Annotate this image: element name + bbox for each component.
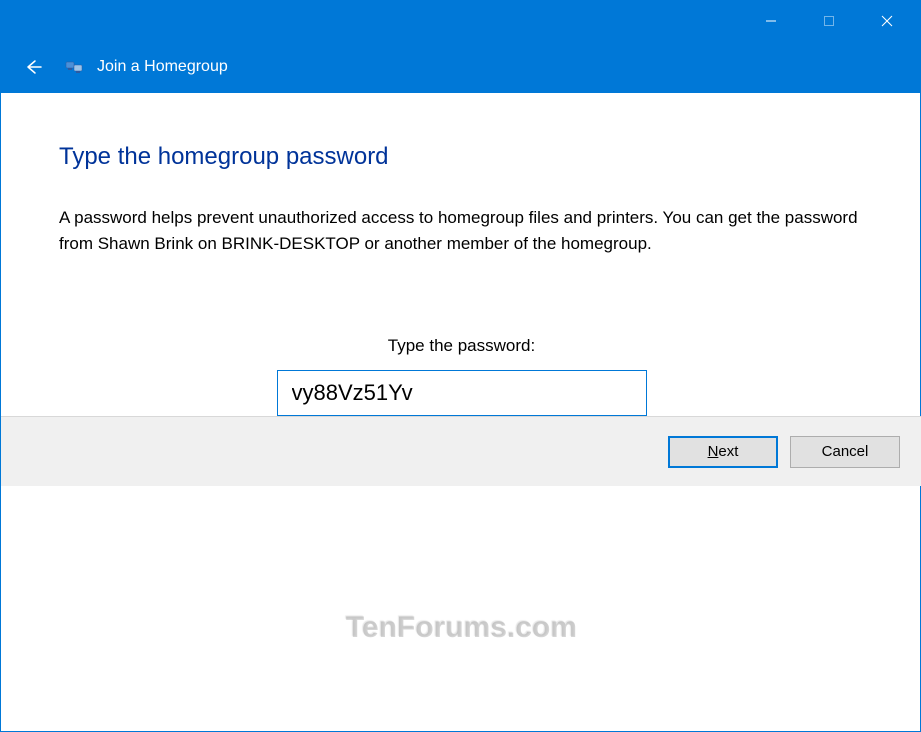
password-label: Type the password: — [59, 336, 864, 356]
password-form: Type the password: — [59, 336, 864, 416]
maximize-button — [800, 1, 858, 41]
window-controls — [742, 1, 916, 41]
cancel-button[interactable]: Cancel — [790, 436, 900, 468]
back-button[interactable] — [21, 55, 45, 79]
header-title-group: Join a Homegroup — [63, 55, 228, 79]
next-button-rest: ext — [718, 443, 738, 460]
minimize-button[interactable] — [742, 1, 800, 41]
watermark-text: TenForums.com — [1, 611, 921, 645]
content-area: Type the homegroup password A password h… — [1, 93, 921, 416]
page-heading: Type the homegroup password — [59, 143, 864, 171]
next-button[interactable]: Next — [668, 436, 778, 468]
window-title: Join a Homegroup — [97, 58, 228, 76]
header-bar: Join a Homegroup — [1, 41, 921, 93]
close-button[interactable] — [858, 1, 916, 41]
titlebar — [1, 1, 921, 41]
page-description: A password helps prevent unauthorized ac… — [59, 205, 864, 256]
password-input[interactable] — [277, 370, 647, 416]
homegroup-icon — [63, 55, 87, 79]
footer-bar: Next Cancel — [1, 416, 921, 486]
